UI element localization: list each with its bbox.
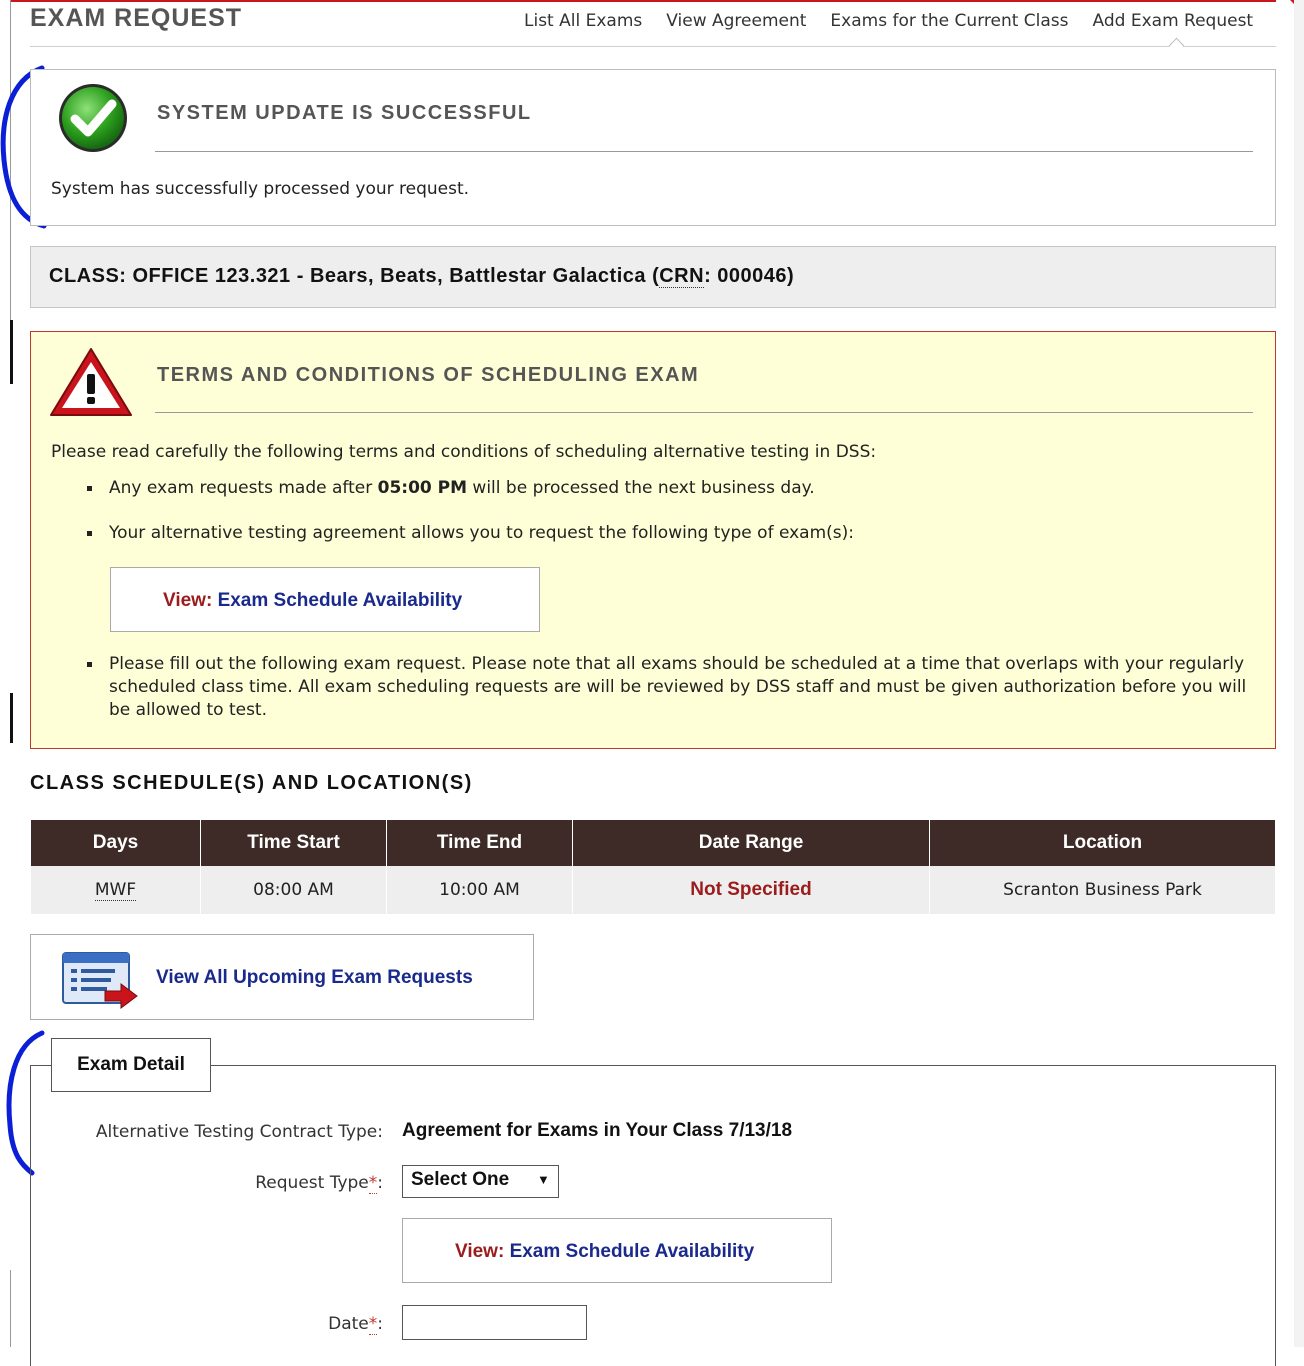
success-divider [155, 151, 1253, 152]
schedule-heading: CLASS SCHEDULE(S) AND LOCATION(S) [30, 772, 473, 794]
view-prefix: View: [163, 590, 213, 611]
cell-days: MWF [31, 866, 201, 914]
request-type-select[interactable]: Select One ▼ [402, 1165, 559, 1198]
left-edge-mark [10, 693, 13, 743]
list-arrow-icon [62, 952, 138, 1009]
table-row: MWF 08:00 AM 10:00 AM Not Specified Scra… [31, 866, 1275, 914]
view-prefix: View: [455, 1241, 505, 1262]
terms-box: TERMS AND CONDITIONS OF SCHEDULING EXAM … [30, 331, 1276, 749]
required-marker: * [368, 1314, 378, 1335]
date-label-text: Date [328, 1314, 369, 1334]
request-type-label: Request Type*: [255, 1173, 383, 1194]
terms-divider [155, 412, 1253, 413]
column-header-location: Location [929, 820, 1275, 866]
bullet [87, 662, 92, 667]
success-message: System has successfully processed your r… [51, 179, 470, 199]
nav-list-all-exams[interactable]: List All Exams [522, 11, 654, 31]
days-abbr: MWF [94, 880, 137, 901]
date-label: Date*: [328, 1314, 383, 1335]
view-link[interactable]: Exam Schedule Availability [218, 590, 463, 611]
terms-title: TERMS AND CONDITIONS OF SCHEDULING EXAM [157, 364, 700, 386]
warning-triangle-icon [50, 348, 132, 416]
left-edge-mark [10, 320, 13, 384]
nav-view-agreement[interactable]: View Agreement [654, 11, 818, 31]
view-schedule-availability-label: View: Exam Schedule Availability [163, 590, 462, 612]
checkmark-success-icon [59, 84, 127, 152]
date-range-value: Not Specified [690, 879, 812, 900]
cell-date-range: Not Specified [572, 866, 930, 914]
page-title: EXAM REQUEST [30, 4, 243, 32]
request-type-label-text: Request Type [255, 1173, 369, 1193]
class-crn-value: : 000046) [704, 265, 795, 287]
required-marker: * [368, 1173, 378, 1194]
view-link[interactable]: Exam Schedule Availability [510, 1241, 755, 1262]
nav-add-exam-request[interactable]: Add Exam Request [1081, 11, 1266, 31]
schedule-table: Days Time Start Time End Date Range Loca… [31, 820, 1275, 914]
request-type-selected: Select One [411, 1169, 510, 1190]
scrollbar[interactable] [1294, 0, 1304, 1347]
terms-item-cutoff-text-end: will be processed the next business day. [467, 478, 815, 498]
cell-time-start: 08:00 AM [200, 866, 387, 914]
view-upcoming-exam-requests-button[interactable]: View All Upcoming Exam Requests [30, 934, 534, 1020]
column-header-time-start: Time Start [200, 820, 387, 866]
upcoming-label: View All Upcoming Exam Requests [156, 967, 473, 988]
top-navigation: List All Exams View Agreement Exams for … [522, 11, 1265, 31]
terms-item-cutoff: Any exam requests made after 05:00 PM wi… [109, 477, 815, 500]
bullet [87, 531, 92, 536]
terms-item-instructions: Please fill out the following exam reque… [109, 654, 1247, 720]
view-schedule-availability-label: View: Exam Schedule Availability [455, 1241, 754, 1263]
success-message-box: SYSTEM UPDATE IS SUCCESSFUL System has s… [30, 69, 1276, 226]
column-header-date-range: Date Range [572, 820, 930, 866]
schedule-header-row: Days Time Start Time End Date Range Loca… [31, 820, 1275, 866]
class-title: CLASS: OFFICE 123.321 - Bears, Beats, Ba… [49, 265, 794, 288]
view-schedule-availability-button[interactable]: View: Exam Schedule Availability [110, 567, 540, 632]
left-edge-line [10, 1270, 11, 1347]
view-schedule-availability-button-2[interactable]: View: Exam Schedule Availability [402, 1218, 832, 1283]
class-title-text: CLASS: OFFICE 123.321 - Bears, Beats, Ba… [49, 265, 660, 287]
class-banner: CLASS: OFFICE 123.321 - Bears, Beats, Ba… [30, 246, 1276, 308]
success-title: SYSTEM UPDATE IS SUCCESSFUL [157, 102, 532, 124]
header-divider [30, 46, 1276, 47]
crn-abbr: CRN [659, 265, 705, 288]
dropdown-arrow-icon: ▼ [537, 1172, 550, 1187]
contract-type-value: Agreement for Exams in Your Class 7/13/1… [402, 1120, 793, 1141]
terms-item-cutoff-text: Any exam requests made after [109, 478, 378, 498]
exam-detail-legend: Exam Detail [51, 1038, 211, 1092]
active-tab-indicator [1168, 37, 1185, 54]
cell-time-end: 10:00 AM [386, 866, 573, 914]
date-input[interactable] [402, 1305, 587, 1340]
contract-type-label: Alternative Testing Contract Type: [95, 1122, 383, 1142]
cutoff-time: 05:00 PM [377, 478, 468, 498]
column-header-time-end: Time End [386, 820, 573, 866]
nav-exams-current-class[interactable]: Exams for the Current Class [818, 11, 1080, 31]
terms-item-agreement: Your alternative testing agreement allow… [109, 523, 855, 543]
top-accent-line [10, 0, 1276, 2]
column-header-days: Days [31, 820, 201, 866]
bullet [87, 486, 92, 491]
cell-location: Scranton Business Park [929, 866, 1275, 914]
terms-intro: Please read carefully the following term… [51, 442, 877, 462]
